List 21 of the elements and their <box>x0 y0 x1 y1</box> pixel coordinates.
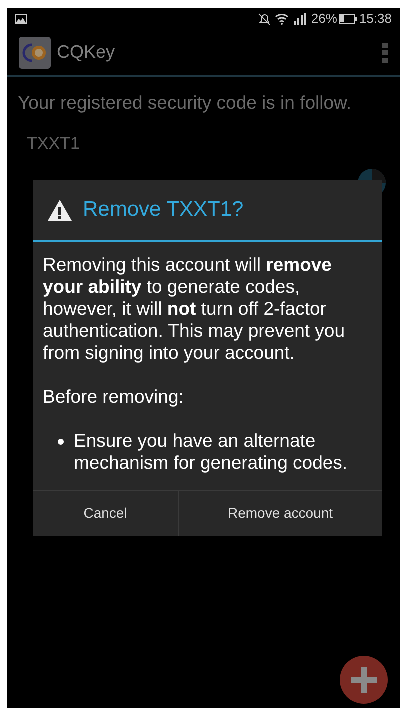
wifi-icon <box>275 13 290 25</box>
warning-icon <box>47 198 73 222</box>
clock-time: 15:38 <box>359 10 392 28</box>
plus-icon <box>351 667 377 693</box>
app-logo-icon <box>19 36 51 68</box>
account-name: TXXT1 <box>27 132 81 155</box>
bullet-icon <box>58 439 64 445</box>
battery-percentage: 26% <box>311 10 338 28</box>
bullet-text: Ensure you have an alternate mechanism for generating codes. <box>74 430 349 474</box>
dialog-title: Remove TXXT1? <box>83 197 244 224</box>
cancel-button[interactable]: Cancel <box>33 491 179 536</box>
add-account-button[interactable] <box>340 656 388 704</box>
app-title: CQKey <box>57 41 116 64</box>
picture-notification-icon <box>15 14 27 24</box>
signal-icon <box>293 13 308 25</box>
mute-icon <box>258 12 272 26</box>
remove-account-button[interactable]: Remove account <box>179 491 382 536</box>
dialog-subheading: Before removing: <box>43 386 185 408</box>
intro-text: Your registered security code is in follow. <box>18 91 353 115</box>
battery-icon <box>339 14 358 24</box>
dialog-message: Removing this account will remove your ability to generate codes, however, it will not turn off 2-factor authentication. This may prevent you from signing into your account. <box>43 254 346 364</box>
